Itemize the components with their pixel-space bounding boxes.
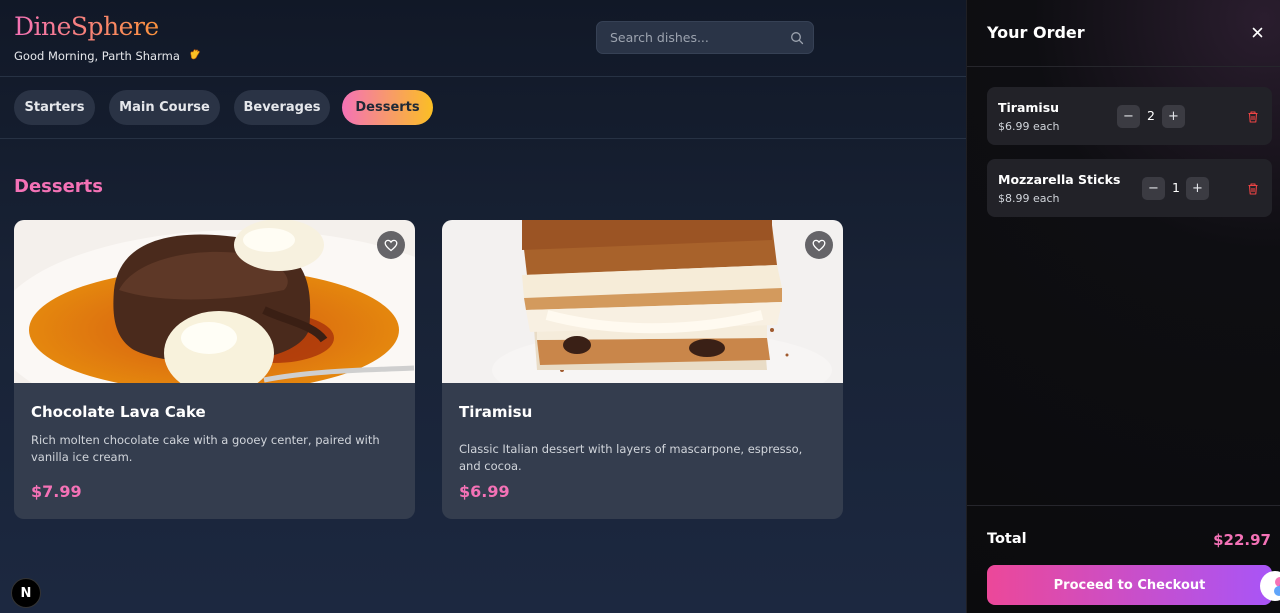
dish-description: Rich molten chocolate cake with a gooey … (31, 433, 380, 464)
dish-price: $6.99 (459, 482, 510, 501)
increase-quantity-button[interactable]: + (1186, 177, 1209, 200)
order-item-price: $6.99 each (998, 120, 1060, 133)
increase-quantity-button[interactable]: + (1162, 105, 1185, 128)
tab-beverages[interactable]: Beverages (234, 90, 330, 125)
decrease-quantity-button[interactable]: − (1142, 177, 1165, 200)
order-item: Tiramisu $6.99 each − 2 + (987, 87, 1272, 145)
heart-icon (812, 239, 826, 251)
main-content: DineSphere Good Morning, Parth Sharma St… (0, 0, 966, 613)
trash-icon[interactable] (1246, 109, 1260, 123)
order-item-price: $8.99 each (998, 192, 1060, 205)
dish-card[interactable]: Chocolate Lava Cake Rich molten chocolat… (14, 220, 415, 519)
heart-icon (384, 239, 398, 251)
greeting-text: Good Morning, Parth Sharma (14, 49, 180, 63)
header: DineSphere Good Morning, Parth Sharma (0, 0, 966, 77)
order-panel: Your Order Tiramisu $6.99 each − 2 + Moz… (966, 0, 1280, 613)
total-label: Total (987, 531, 1027, 547)
dish-name: Tiramisu (459, 403, 533, 421)
dish-description: Classic Italian dessert with layers of m… (459, 442, 803, 473)
search-bar (596, 21, 814, 54)
favorite-button[interactable] (805, 231, 833, 259)
tab-main-course[interactable]: Main Course (109, 90, 220, 125)
order-footer: Total $22.97 Proceed to Checkout (967, 505, 1280, 613)
order-item-name: Tiramisu (998, 100, 1060, 115)
search-input[interactable] (597, 22, 777, 53)
tab-starters[interactable]: Starters (14, 90, 95, 125)
order-title: Your Order (987, 23, 1085, 42)
order-item: Mozzarella Sticks $8.99 each − 1 + (987, 159, 1272, 217)
total-value: $22.97 (1213, 531, 1271, 549)
dish-image (14, 220, 415, 383)
order-item-name: Mozzarella Sticks (998, 172, 1121, 187)
decrease-quantity-button[interactable]: − (1117, 105, 1140, 128)
dev-tools-badge[interactable]: N (11, 578, 41, 608)
tab-desserts[interactable]: Desserts (342, 90, 433, 125)
section-title: Desserts (14, 176, 103, 197)
dish-image (442, 220, 843, 383)
dish-name: Chocolate Lava Cake (31, 403, 206, 421)
order-item-quantity: 2 (1147, 108, 1155, 123)
favorite-button[interactable] (377, 231, 405, 259)
category-tabs: Starters Main Course Beverages Desserts (0, 77, 966, 139)
greeting: Good Morning, Parth Sharma (14, 48, 202, 63)
dish-card[interactable]: Tiramisu Classic Italian dessert with la… (442, 220, 843, 519)
waving-hand-icon (188, 48, 202, 60)
brand-logo: DineSphere (14, 12, 159, 41)
order-panel-header: Your Order (967, 0, 1280, 67)
order-item-quantity: 1 (1172, 180, 1180, 195)
close-icon[interactable] (1249, 24, 1265, 40)
checkout-button[interactable]: Proceed to Checkout (987, 565, 1272, 605)
trash-icon[interactable] (1246, 181, 1260, 195)
search-icon[interactable] (790, 30, 804, 45)
dish-price: $7.99 (31, 482, 82, 501)
